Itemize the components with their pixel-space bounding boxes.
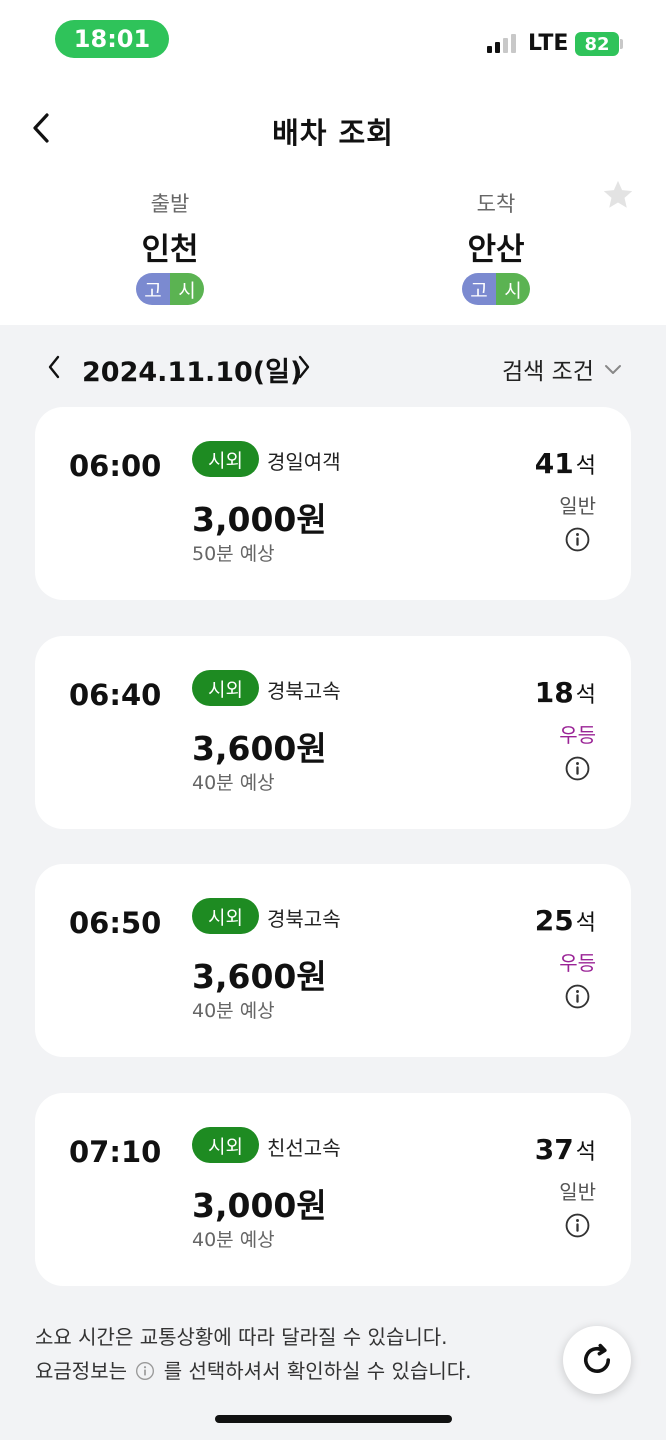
remaining-seats: 25석 — [535, 904, 596, 937]
intercity-badge: 시 — [496, 273, 530, 305]
bus-grade: 일반 — [559, 494, 596, 518]
seat-unit: 석 — [575, 911, 596, 936]
chevron-right-icon — [298, 355, 310, 379]
departure-time: 06:00 — [69, 449, 162, 483]
remaining-seats: 37석 — [535, 1133, 596, 1166]
bus-card[interactable]: 06:50 시외 경북고속 3,600원 40분 예상 25석 우등 — [35, 864, 631, 1057]
travel-time-notice: 소요 시간은 교통상황에 따라 달라질 수 있습니다. — [35, 1325, 448, 1349]
seat-count: 41 — [534, 447, 574, 480]
departure-info[interactable]: 출발 인천 고 시 — [100, 188, 240, 305]
express-badge: 고 — [462, 273, 496, 305]
next-date-button[interactable] — [292, 350, 316, 384]
chevron-left-icon — [48, 355, 60, 379]
bus-grade: 우등 — [559, 951, 596, 975]
date-bar: 2024.11.10(일) 검색 조건 — [0, 340, 666, 396]
departure-time: 06:40 — [69, 678, 162, 712]
network-label: LTE — [528, 31, 569, 56]
bus-card[interactable]: 06:00 시외 경일여객 3,000원 50분 예상 41석 일반 — [35, 407, 631, 600]
info-icon — [565, 1213, 590, 1238]
fare-info-button[interactable] — [565, 756, 590, 781]
arrival-terminal-badges: 고 시 — [462, 273, 530, 305]
signal-icon — [487, 33, 516, 53]
estimated-duration: 40분 예상 — [192, 772, 275, 794]
chevron-down-icon — [604, 365, 621, 374]
departure-time: 07:10 — [69, 1135, 162, 1169]
seat-unit: 석 — [575, 683, 596, 708]
bus-card[interactable]: 06:40 시외 경북고속 3,600원 40분 예상 18석 우등 — [35, 636, 631, 829]
bus-company: 경일여객 — [267, 450, 341, 474]
fare-info-notice: 요금정보는 를 선택하셔서 확인하실 수 있습니다. — [35, 1355, 472, 1384]
seat-count: 18 — [534, 676, 574, 709]
arrival-info[interactable]: 도착 안산 고 시 — [426, 188, 566, 305]
battery-tip — [620, 39, 623, 49]
departure-time: 06:50 — [69, 906, 162, 940]
estimated-duration: 40분 예상 — [192, 1229, 275, 1251]
remaining-seats: 18석 — [535, 676, 596, 709]
fare: 3,000원 — [192, 500, 327, 539]
estimated-duration: 40분 예상 — [192, 1000, 275, 1022]
departure-terminal-badges: 고 시 — [136, 273, 204, 305]
remaining-seats: 41석 — [535, 447, 596, 480]
fare-info-notice-start: 요금정보는 — [35, 1359, 127, 1383]
search-filter-button[interactable]: 검색 조건 — [502, 352, 622, 386]
bus-company: 경북고속 — [267, 679, 341, 703]
bus-type-badge: 시외 — [192, 670, 259, 706]
info-icon — [565, 527, 590, 552]
intercity-badge: 시 — [170, 273, 204, 305]
info-icon — [565, 756, 590, 781]
bus-company: 경북고속 — [267, 907, 341, 931]
bus-card[interactable]: 07:10 시외 친선고속 3,000원 40분 예상 37석 일반 — [35, 1093, 631, 1286]
fare: 3,600원 — [192, 957, 327, 996]
home-indicator — [215, 1415, 452, 1423]
refresh-button[interactable] — [563, 1326, 631, 1394]
refresh-icon — [583, 1343, 611, 1373]
status-time: 18:01 — [55, 20, 169, 58]
arrival-city: 안산 — [467, 232, 525, 268]
favorite-button[interactable] — [601, 178, 635, 212]
express-badge: 고 — [136, 273, 170, 305]
search-filter-label: 검색 조건 — [502, 359, 594, 385]
arrival-label: 도착 — [476, 192, 516, 216]
departure-label: 출발 — [150, 192, 190, 216]
seat-count: 25 — [534, 904, 574, 937]
star-icon — [603, 180, 633, 208]
fare: 3,600원 — [192, 729, 327, 768]
bus-grade: 일반 — [559, 1180, 596, 1204]
prev-date-button[interactable] — [42, 350, 66, 384]
info-icon — [136, 1362, 155, 1380]
info-icon — [565, 984, 590, 1009]
bus-grade: 우등 — [559, 723, 596, 747]
fare: 3,000원 — [192, 1186, 327, 1225]
bus-company: 친선고속 — [267, 1136, 341, 1160]
seat-unit: 석 — [575, 454, 596, 479]
fare-info-button[interactable] — [565, 984, 590, 1009]
estimated-duration: 50분 예상 — [192, 543, 275, 565]
selected-date[interactable]: 2024.11.10(일) — [82, 350, 302, 389]
fare-info-button[interactable] — [565, 527, 590, 552]
bus-type-badge: 시외 — [192, 898, 259, 934]
page-title: 배차 조회 — [272, 116, 394, 150]
bus-type-badge: 시외 — [192, 1127, 259, 1163]
fare-info-button[interactable] — [565, 1213, 590, 1238]
departure-city: 인천 — [141, 232, 199, 268]
seat-count: 37 — [534, 1133, 574, 1166]
fare-info-notice-end: 를 선택하셔서 확인하실 수 있습니다. — [163, 1359, 472, 1383]
battery-icon: 82 — [575, 32, 619, 56]
seat-unit: 석 — [575, 1140, 596, 1165]
bus-type-badge: 시외 — [192, 441, 259, 477]
